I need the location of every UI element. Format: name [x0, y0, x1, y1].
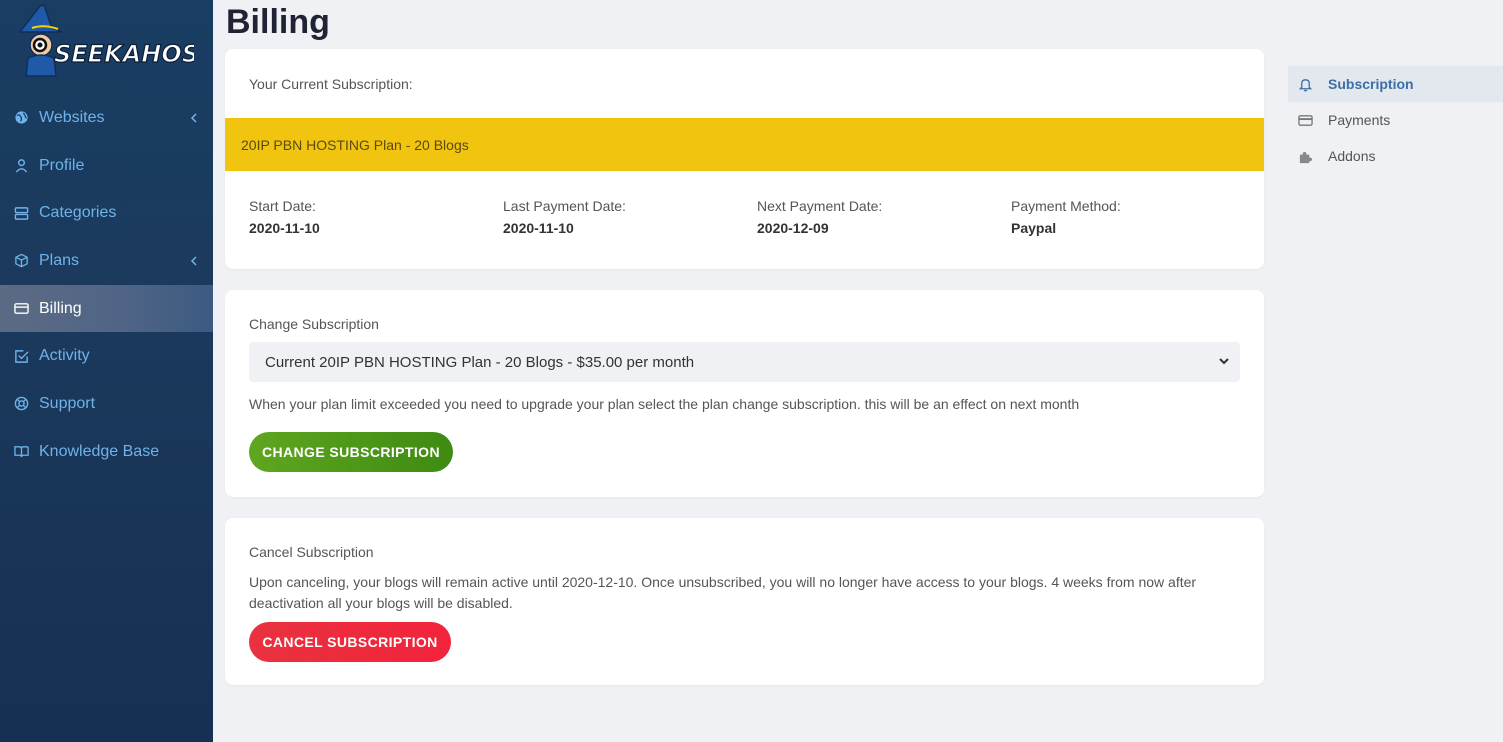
globe-icon — [13, 110, 29, 126]
sidebar-item-categories[interactable]: Categories — [0, 189, 213, 237]
current-subscription-label: Your Current Subscription: — [249, 76, 413, 92]
cancel-subscription-text: Upon canceling, your blogs will remain a… — [249, 574, 1197, 611]
credit-card-icon — [1297, 112, 1313, 128]
date-label: Last Payment Date: — [503, 198, 626, 214]
subnav-label: Subscription — [1328, 76, 1414, 92]
chevron-left-icon — [190, 256, 197, 266]
chevron-left-icon — [190, 113, 197, 123]
date-label: Next Payment Date: — [757, 198, 883, 214]
change-subscription-button[interactable]: CHANGE SUBSCRIPTION — [249, 432, 453, 472]
puzzle-icon — [1297, 148, 1313, 164]
book-open-icon — [13, 444, 29, 460]
change-subscription-card: Change Subscription Current 20IP PBN HOS… — [225, 290, 1264, 497]
bell-icon — [1297, 76, 1313, 92]
life-buoy-icon — [13, 396, 29, 412]
subnav-subscription[interactable]: Subscription — [1288, 66, 1503, 102]
cancel-subscription-title: Cancel Subscription — [249, 544, 374, 560]
plan-select-value: Current 20IP PBN HOSTING Plan - 20 Blogs… — [265, 353, 695, 371]
user-icon — [13, 158, 29, 174]
change-subscription-title: Change Subscription — [249, 316, 379, 332]
svg-text:SEEKAHOST: SEEKAHOST — [54, 40, 194, 68]
credit-card-icon — [13, 301, 29, 317]
subnav-payments[interactable]: Payments — [1288, 102, 1503, 138]
date-value: 2020-11-10 — [249, 220, 320, 236]
sidebar-item-label: Profile — [39, 156, 85, 174]
current-subscription-card: Your Current Subscription: 20IP PBN HOST… — [225, 49, 1264, 269]
sidebar-item-billing[interactable]: Billing — [0, 284, 213, 333]
date-value: Paypal — [1011, 220, 1057, 236]
box-icon — [13, 253, 29, 269]
subnav-label: Payments — [1328, 112, 1391, 128]
start-date: Start Date: 2020-11-10 — [249, 198, 503, 236]
sidebar-item-label: Support — [39, 394, 96, 412]
cancel-subscription-button[interactable]: CANCEL SUBSCRIPTION — [249, 622, 451, 662]
chevron-down-icon — [1219, 358, 1229, 365]
sidebar-item-label: Activity — [39, 347, 90, 365]
sidebar-item-plans[interactable]: Plans — [0, 237, 213, 285]
logo-wizard-icon: SEEKAHOST — [18, 4, 218, 77]
billing-subnav: Subscription Payments Addons — [1288, 66, 1503, 174]
sidebar-item-label: Categories — [39, 204, 117, 222]
sidebar-item-profile[interactable]: Profile — [0, 142, 213, 190]
sidebar-item-activity[interactable]: Activity — [0, 332, 213, 380]
sidebar-item-label: Knowledge Base — [39, 442, 160, 460]
subscription-dates: Start Date: 2020-11-10 Last Payment Date… — [249, 198, 1264, 236]
last-payment-date: Last Payment Date: 2020-11-10 — [503, 198, 757, 236]
sidebar-item-label: Billing — [39, 299, 82, 317]
sidebar: SEEKAHOST Websites Profile Categories — [0, 0, 218, 742]
current-plan-name: 20IP PBN HOSTING Plan - 20 Blogs — [241, 136, 469, 153]
sidebar-item-label: Websites — [39, 108, 105, 126]
payment-method: Payment Method: Paypal — [1011, 198, 1264, 236]
sidebar-item-websites[interactable]: Websites — [0, 94, 213, 142]
cancel-subscription-card: Cancel Subscription Upon canceling, your… — [225, 518, 1264, 685]
date-value: 2020-11-10 — [503, 220, 574, 236]
check-square-icon — [13, 348, 29, 364]
seekahost-logo[interactable]: SEEKAHOST — [14, 2, 218, 80]
date-label: Payment Method: — [1011, 198, 1121, 214]
subnav-label: Addons — [1328, 148, 1376, 164]
sidebar-item-support[interactable]: Support — [0, 380, 213, 428]
sidebar-nav: Websites Profile Categories Plans Billin… — [0, 94, 213, 476]
page-title: Billing — [226, 3, 330, 41]
subnav-addons[interactable]: Addons — [1288, 138, 1503, 174]
date-label: Start Date: — [249, 198, 316, 214]
current-plan-banner: 20IP PBN HOSTING Plan - 20 Blogs — [225, 118, 1264, 171]
date-value: 2020-12-09 — [757, 220, 829, 236]
next-payment-date: Next Payment Date: 2020-12-09 — [757, 198, 1011, 236]
plan-select[interactable]: Current 20IP PBN HOSTING Plan - 20 Blogs… — [249, 342, 1240, 382]
sidebar-item-label: Plans — [39, 251, 80, 269]
server-icon — [13, 205, 29, 221]
sidebar-item-knowledge-base[interactable]: Knowledge Base — [0, 428, 213, 476]
change-subscription-hint: When your plan limit exceeded you need t… — [249, 396, 1080, 412]
